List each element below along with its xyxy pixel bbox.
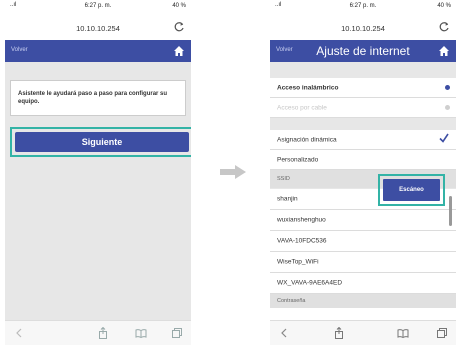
battery-indicator: 40 % [172,3,186,9]
network-name: WiseTop_WiFi [277,258,319,266]
url-text[interactable]: 10.10.10.254 [270,24,456,33]
back-arrow-icon[interactable] [278,327,290,339]
phone-screen-welcome: ..ıl 6:27 p. m. 40 % 10.10.10.254 Volver… [5,0,191,345]
network-name: wuxianshenghuo [277,216,326,224]
network-item[interactable]: WiseTop_WiFi [270,252,456,273]
tabs-icon[interactable] [436,327,448,339]
bookmarks-icon[interactable] [135,327,147,339]
home-icon[interactable] [173,45,185,57]
ip-mode-custom[interactable]: Personalizado [270,150,456,170]
status-time: 6:27 p. m. [84,3,112,9]
password-label: Contraseña [277,298,306,304]
ip-mode-dynamic[interactable]: Asignación dinámica [270,130,456,150]
battery-indicator: 40 % [437,3,451,9]
password-section-header: Contraseña [270,294,456,308]
reload-icon[interactable] [438,21,450,33]
connection-cable-label: Acceso por cable [277,104,327,111]
status-time: 6:27 p. m. [349,3,377,9]
network-name: shanjin [277,195,298,203]
connection-wireless-label: Acceso inalámbrico [277,84,339,91]
phone-screen-internet-settings: ..ıl 6:27 p. m. 40 % 10.10.10.254 Volver… [270,0,456,345]
checkmark-icon [439,133,449,143]
network-item[interactable]: wuxianshenghuo [270,210,456,231]
share-icon[interactable] [333,327,345,339]
browser-toolbar [5,320,191,345]
browser-url-bar[interactable]: 10.10.10.254 [270,14,456,40]
next-button-highlight: Siguiente [10,127,191,157]
radio-selected[interactable] [445,85,450,90]
app-header: Volver Ajuste de internet [270,40,456,62]
right-arrow-icon [220,165,246,179]
scan-button[interactable]: Escáneo [383,179,440,201]
content-area: Asistente le ayudará paso a paso para co… [5,62,191,321]
app-header: Volver [5,40,191,62]
wizard-message: Asistente le ayudará paso a paso para co… [18,91,168,105]
browser-toolbar [270,320,456,345]
reload-icon[interactable] [173,21,185,33]
back-arrow-icon[interactable] [13,327,25,339]
scan-button-highlight: Escáneo [378,174,445,206]
browser-url-bar[interactable]: 10.10.10.254 [5,14,191,40]
next-button[interactable]: Siguiente [15,132,189,152]
scrollbar[interactable] [449,196,452,226]
network-name: VAVA-10FDC536 [277,237,327,245]
connection-wireless[interactable]: Acceso inalámbrico [270,78,456,98]
ip-mode-dynamic-label: Asignación dinámica [277,136,337,143]
ssid-label: SSID [277,176,290,182]
page-title: Ajuste de internet [316,44,410,58]
ip-mode-custom-label: Personalizado [277,156,319,163]
back-link[interactable]: Volver [11,47,28,53]
url-text[interactable]: 10.10.10.254 [5,24,191,33]
connection-cable[interactable]: Acceso por cable [270,98,456,118]
status-bar: ..ıl 6:27 p. m. 40 % [270,0,456,12]
bookmarks-icon[interactable] [397,327,409,339]
info-card: Asistente le ayudará paso a paso para co… [10,80,186,116]
network-item[interactable]: VAVA-10FDC536 [270,231,456,252]
network-item[interactable]: WX_VAVA-9AE6A4ED [270,273,456,294]
share-icon[interactable] [97,327,109,339]
home-icon[interactable] [438,45,450,57]
status-bar: ..ıl 6:27 p. m. 40 % [5,0,191,12]
radio-unselected[interactable] [445,105,450,110]
tabs-icon[interactable] [171,327,183,339]
network-name: WX_VAVA-9AE6A4ED [277,279,343,287]
